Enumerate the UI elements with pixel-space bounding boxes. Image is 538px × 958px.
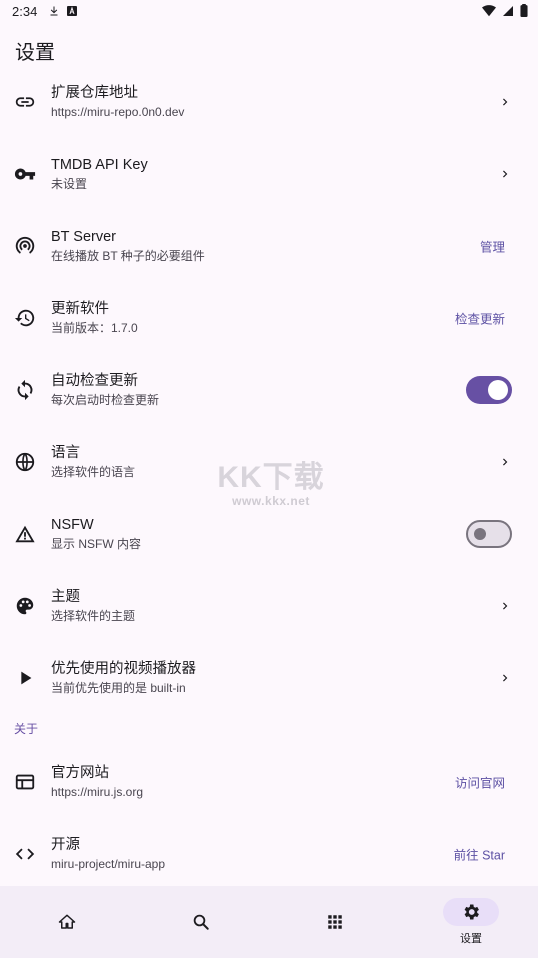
about-section-header: 关于 — [0, 714, 538, 746]
nav-label-settings: 设置 — [460, 933, 482, 945]
cell-signal-icon — [502, 5, 514, 17]
manage-button[interactable]: 管理 — [480, 237, 505, 256]
setting-title: TMDB API Key — [51, 157, 148, 173]
setting-auto-check-update: 自动检查更新 每次启动时检查更新 — [0, 354, 538, 426]
settings-list: 扩展仓库地址 https://miru-repo.0n0.dev TMDB AP… — [0, 66, 538, 890]
bottom-nav: 设置 — [0, 886, 538, 958]
setting-official-website: 官方网站 https://miru.js.org 访问官网 — [0, 746, 538, 818]
setting-subtitle: 当前优先使用的是 built-in — [51, 681, 186, 695]
setting-subtitle: 显示 NSFW 内容 — [51, 537, 141, 551]
play-icon — [14, 667, 36, 689]
chevron-right-icon — [498, 95, 512, 109]
status-time: 2:34 — [12, 4, 38, 19]
globe-icon — [14, 451, 36, 473]
nav-extensions[interactable] — [268, 886, 402, 958]
setting-subtitle: 当前版本：1.7.0 — [51, 321, 138, 335]
setting-nsfw: NSFW 显示 NSFW 内容 — [0, 498, 538, 570]
wifi-icon — [482, 4, 496, 17]
nav-settings[interactable]: 设置 — [404, 886, 538, 958]
nav-indicator — [39, 908, 95, 936]
setting-subtitle: 选择软件的主题 — [51, 609, 136, 623]
status-bar: 2:34 — [0, 0, 538, 24]
web-icon — [14, 771, 36, 793]
setting-subtitle: 选择软件的语言 — [51, 465, 136, 479]
nsfw-toggle[interactable] — [466, 520, 512, 548]
search-icon — [192, 913, 210, 931]
nav-home[interactable] — [0, 886, 134, 958]
home-icon — [58, 913, 76, 931]
palette-icon — [14, 595, 36, 617]
code-icon — [14, 843, 36, 865]
visit-website-button[interactable]: 访问官网 — [455, 773, 505, 792]
link-icon — [14, 91, 36, 113]
setting-open-source: 开源 miru-project/miru-app 前往 Star — [0, 818, 538, 890]
setting-title: 语言 — [51, 445, 80, 461]
setting-subtitle: 在线播放 BT 种子的必要组件 — [51, 249, 205, 263]
chevron-right-icon — [498, 671, 512, 685]
nav-indicator — [307, 908, 363, 936]
setting-subtitle: https://miru.js.org — [51, 785, 144, 799]
warning-icon — [14, 523, 36, 545]
toggle-knob — [474, 528, 486, 540]
setting-title: 开源 — [51, 837, 80, 853]
grid-icon — [326, 913, 344, 931]
setting-update: 更新软件 当前版本：1.7.0 检查更新 — [0, 282, 538, 354]
nav-search[interactable] — [134, 886, 268, 958]
key-icon — [14, 163, 36, 185]
battery-icon — [520, 4, 528, 17]
setting-repo-url[interactable]: 扩展仓库地址 https://miru-repo.0n0.dev — [0, 66, 538, 138]
setting-tmdb-api-key[interactable]: TMDB API Key 未设置 — [0, 138, 538, 210]
setting-subtitle: https://miru-repo.0n0.dev — [51, 105, 185, 119]
setting-subtitle: miru-project/miru-app — [51, 857, 166, 871]
setting-subtitle: 未设置 — [51, 177, 88, 191]
setting-title: 自动检查更新 — [51, 373, 138, 389]
check-update-button[interactable]: 检查更新 — [455, 309, 505, 328]
setting-title: BT Server — [51, 229, 117, 245]
star-repo-button[interactable]: 前往 Star — [454, 845, 505, 864]
chevron-right-icon — [498, 167, 512, 181]
broadcast-icon — [14, 235, 36, 257]
section-header-label: 关于 — [14, 722, 39, 736]
toggle-knob — [488, 380, 508, 400]
setting-language[interactable]: 语言 选择软件的语言 — [0, 426, 538, 498]
setting-title: 主题 — [51, 589, 80, 605]
a-box-icon — [66, 5, 78, 17]
page-title: 设置 — [15, 42, 55, 64]
setting-subtitle: 每次启动时检查更新 — [51, 393, 160, 407]
nav-indicator — [443, 898, 499, 926]
setting-theme[interactable]: 主题 选择软件的主题 — [0, 570, 538, 642]
setting-title: NSFW — [51, 517, 94, 533]
setting-bt-server: BT Server 在线播放 BT 种子的必要组件 管理 — [0, 210, 538, 282]
history-icon — [14, 307, 36, 329]
nav-indicator — [173, 908, 229, 936]
gear-icon — [461, 902, 481, 922]
setting-title: 官方网站 — [51, 765, 109, 781]
chevron-right-icon — [498, 599, 512, 613]
setting-title: 更新软件 — [51, 301, 109, 317]
chevron-right-icon — [498, 455, 512, 469]
setting-video-player[interactable]: 优先使用的视频播放器 当前优先使用的是 built-in — [0, 642, 538, 714]
sync-icon — [14, 379, 36, 401]
download-icon — [48, 5, 60, 17]
setting-title: 扩展仓库地址 — [51, 85, 138, 101]
setting-title: 优先使用的视频播放器 — [51, 661, 196, 677]
auto-check-toggle[interactable] — [466, 376, 512, 404]
